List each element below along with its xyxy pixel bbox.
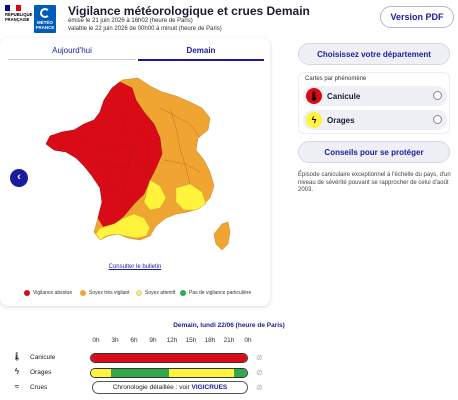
legend-item-orange: Soyez très vigilant	[80, 290, 130, 296]
emission-date: émise le 21 juin 2026 à 16h02 (heure de …	[68, 18, 193, 24]
hour-tick-label: 21h	[223, 337, 235, 344]
mf-line-2: FRANCE	[35, 25, 55, 30]
legend-item-green: Pas de vigilance particulière	[180, 290, 251, 296]
page-title: Vigilance météorologique et crues Demain	[68, 4, 310, 18]
lightning-icon: ϟ	[306, 112, 322, 128]
hour-tick-label: 12h	[166, 337, 178, 344]
timeline-label: Orages	[30, 369, 52, 376]
hour-tick-label: 0h	[92, 337, 100, 344]
previous-button[interactable]: ‹	[10, 169, 28, 187]
hour-tick-label: 15h	[185, 337, 197, 344]
legend-label: Soyez attentif	[145, 290, 176, 296]
choose-department-button[interactable]: Choisissez votre département	[298, 43, 450, 65]
map-corsica[interactable]	[213, 221, 231, 251]
hour-tick-label: 9h	[149, 337, 157, 344]
thermometer-icon: 🌡	[306, 88, 322, 104]
phenomenon-canicule[interactable]: 🌡 Canicule	[303, 86, 447, 106]
meteo-france-logo[interactable]: MÉTÉO FRANCE	[34, 5, 56, 33]
vigicrues-button[interactable]: Chronologie détaillée : voir VIGICRUES	[92, 381, 248, 394]
thermometer-icon: 🌡	[12, 352, 23, 361]
orange-dot-icon	[80, 290, 86, 296]
tab-today[interactable]: Aujourd'hui	[8, 46, 136, 60]
header: RÉPUBLIQUE FRANÇAISE MÉTÉO FRANCE Vigila…	[0, 0, 458, 38]
timeline-row-canicule: 🌡 Canicule ⊘	[0, 351, 458, 365]
legend: Vigilance absolue Soyez très vigilant So…	[0, 290, 270, 300]
legend-item-yellow: Soyez attentif	[136, 290, 175, 296]
yellow-dot-icon	[136, 290, 142, 296]
legend-label: Soyez très vigilant	[89, 290, 130, 296]
red-dot-icon	[24, 290, 30, 296]
pdf-version-button[interactable]: Version PDF	[380, 6, 454, 28]
timeline-label: Canicule	[30, 354, 56, 361]
tab-tomorrow[interactable]: Demain	[138, 46, 264, 61]
validity-date: valable le 22 juin 2026 de 00h00 à minui…	[68, 26, 222, 32]
hour-tick-label: 6h	[130, 337, 138, 344]
timeline-segment	[91, 354, 247, 362]
timeline-segment	[169, 369, 234, 377]
legend-label: Vigilance absolue	[33, 290, 73, 296]
timeline-title: Demain, lundi 22/06 (heure de Paris)	[173, 322, 285, 329]
phenomena-box: Cartes par phénomène 🌡 Canicule ϟ Orages	[298, 72, 450, 134]
timeline-segment	[91, 369, 111, 377]
phenomenon-label: Orages	[327, 116, 355, 125]
bulletin-link[interactable]: Consulter le bulletin	[0, 264, 270, 270]
french-flag-icon	[5, 5, 21, 11]
orages-radio[interactable]	[433, 115, 442, 124]
orages-timeline-bar[interactable]	[90, 368, 248, 378]
france-vigilance-map[interactable]	[0, 68, 270, 263]
hidden-eye-icon[interactable]: ⊘	[256, 353, 263, 362]
canicule-timeline-bar[interactable]	[90, 353, 248, 363]
meteo-france-glyph-icon	[40, 8, 50, 18]
forecaster-comment: Épisode caniculaire exceptionnel à l'éch…	[298, 172, 451, 193]
vigicrues-brand: VIGICRUES	[191, 384, 228, 391]
hour-tick-label: 18h	[204, 337, 216, 344]
legend-label: Pas de vigilance particulière	[189, 290, 252, 296]
legend-item-red: Vigilance absolue	[24, 290, 72, 296]
hidden-eye-icon[interactable]: ⊘	[256, 383, 263, 392]
green-dot-icon	[180, 290, 186, 296]
rf-line-2: FRANÇAISE	[5, 17, 30, 22]
map-card: Aujourd'hui Demain ‹ Consulter le bullet…	[0, 38, 270, 306]
hour-tick-label: 3h	[111, 337, 119, 344]
timeline-segment	[234, 369, 247, 377]
timeline-row-crues: ≈ Crues Chronologie détaillée : voir VIG…	[0, 381, 458, 395]
phenomenon-orages[interactable]: ϟ Orages	[303, 110, 447, 130]
vigicrues-prefix: Chronologie détaillée : voir	[112, 384, 190, 391]
phenomenon-label: Canicule	[327, 92, 361, 101]
hidden-eye-icon[interactable]: ⊘	[256, 368, 263, 377]
republique-francaise-logo: RÉPUBLIQUE FRANÇAISE	[5, 5, 33, 33]
lightning-icon: ϟ	[14, 367, 20, 376]
hour-tick-label: 0h	[244, 337, 252, 344]
advice-button[interactable]: Conseils pour se protéger	[298, 141, 450, 163]
timeline-segment	[110, 369, 169, 377]
timeline-row-orages: ϟ Orages ⊘	[0, 366, 458, 380]
phenomena-heading: Cartes par phénomène	[305, 76, 367, 82]
waves-icon: ≈	[14, 382, 20, 391]
canicule-radio[interactable]	[433, 91, 442, 100]
timeline-hours: 0h 3h 6h 9h 12h 15h 18h 21h 0h	[0, 337, 458, 345]
timeline-label: Crues	[30, 384, 48, 391]
